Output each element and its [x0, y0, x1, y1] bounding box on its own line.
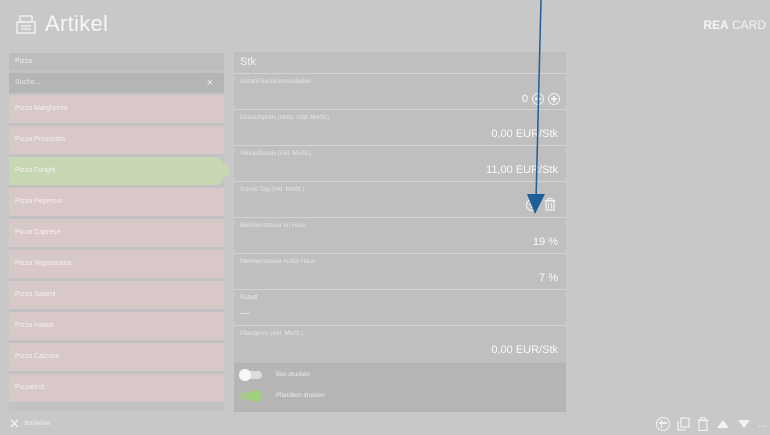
- deposit-price-value: 0,00 EUR/Stk: [491, 344, 558, 356]
- happy-day-label: Scholo Tag (inkl. MwSt.): [240, 187, 305, 193]
- vat-out-value: 7 %: [539, 272, 558, 284]
- list-item-label: Pizza Calzone: [15, 353, 60, 360]
- toggle-switch[interactable]: [239, 369, 262, 381]
- list-item-label: Pizza Caprese: [15, 229, 61, 236]
- register-icon: [16, 15, 36, 34]
- list-item[interactable]: Pizza Hawai: [9, 312, 224, 340]
- list-item-label: Pizza Hawai: [15, 322, 54, 329]
- vat-out-row[interactable]: Mehrwertsteuer Außer Haus 7 %: [234, 253, 566, 289]
- trash-icon[interactable]: [544, 198, 556, 211]
- list-item-label: Pizza Salami: [15, 291, 56, 298]
- app-header: Artikel REA CARD: [0, 0, 770, 50]
- purchase-price-label: Einkaufspreis (netto, zzgl. MwSt.): [240, 115, 330, 121]
- close-icon[interactable]: ×: [207, 73, 213, 93]
- toggle-print-deposit-receipt[interactable]: Pfandbon drucken: [240, 390, 325, 402]
- close-icon: [10, 419, 19, 428]
- deposit-price-row[interactable]: Pfandpreis (inkl. MwSt.) 0,00 EUR/Stk: [234, 325, 566, 361]
- add-icon[interactable]: [655, 417, 670, 431]
- sale-price-label: Verkaufspreis (inkl. MwSt.): [240, 151, 312, 157]
- search-placeholder: Suche...: [15, 79, 41, 86]
- list-item-label: Pizza Funghi: [15, 167, 56, 174]
- search-input[interactable]: Suche... ×: [9, 73, 224, 93]
- toggle-switch[interactable]: [240, 390, 262, 402]
- category-label[interactable]: Pizza: [9, 53, 224, 70]
- article-list: Pizza Suche... × Pizza Margherita Pizza P…: [9, 53, 231, 411]
- sale-price-row[interactable]: Verkaufspreis (inkl. MwSt.) 11,00 EUR/St…: [234, 145, 566, 181]
- page-title: Artikel: [45, 11, 109, 36]
- list-item[interactable]: Pizza Prosciutto: [9, 126, 224, 154]
- close-label: Schließen: [24, 420, 51, 427]
- vat-in-row[interactable]: Mehrwertsteuer Im Haus 19 %: [234, 217, 566, 253]
- list-item[interactable]: Pizza Margherita: [9, 95, 224, 123]
- discount-label: Rabatt: [240, 295, 258, 301]
- discount-value: —: [240, 308, 250, 319]
- list-item-label: Pizzabrot: [15, 384, 45, 391]
- vat-in-value: 19 %: [532, 236, 558, 248]
- list-item[interactable]: Pizza Vegetariana: [9, 250, 224, 278]
- trash-icon[interactable]: [697, 417, 709, 431]
- list-item-label: Pizza Vegetariana: [15, 260, 72, 267]
- list-item[interactable]: Pizza Calzone: [9, 343, 224, 371]
- plus-circle-icon[interactable]: [526, 198, 538, 211]
- sale-price-value: 11,00 EUR/Stk: [486, 164, 558, 176]
- copy-icon[interactable]: [677, 417, 690, 431]
- list-item-label: Pizza Peperoni: [15, 198, 63, 205]
- move-down-icon[interactable]: [737, 419, 751, 429]
- deposit-price-label: Pfandpreis (inkl. MwSt.): [240, 331, 304, 337]
- toggle-print-receipt[interactable]: Bon drucken: [239, 369, 310, 381]
- decimals-value: 0: [521, 93, 528, 105]
- list-item[interactable]: Pizza Funghi: [9, 157, 231, 185]
- brand-logo: REA CARD: [703, 18, 766, 32]
- vat-in-label: Mehrwertsteuer Im Haus: [240, 223, 306, 229]
- toggle-label: Pfandbon drucken: [276, 393, 325, 399]
- list-item[interactable]: Pizza Salami: [9, 281, 224, 309]
- list-item-label: Pizza Margherita: [15, 105, 68, 112]
- footer-toolbar: Schließen ...: [0, 415, 770, 435]
- list-item[interactable]: Pizza Caprese: [9, 219, 224, 247]
- article-items: Pizza Margherita Pizza Prosciutto Pizza Fu…: [9, 95, 231, 402]
- list-item[interactable]: Pizzabrot: [9, 374, 224, 402]
- unit-label: Stk: [240, 56, 256, 68]
- vat-out-label: Mehrwertsteuer Außer Haus: [240, 259, 316, 265]
- toggle-label: Bon drucken: [276, 372, 310, 378]
- decimals-stepper[interactable]: 0: [522, 93, 560, 105]
- purchase-price-row[interactable]: Einkaufspreis (netto, zzgl. MwSt.) 0,00 …: [234, 109, 566, 145]
- print-toggles: Bon drucken Pfandbon drucken: [234, 363, 566, 412]
- list-item-label: Pizza Prosciutto: [15, 136, 66, 143]
- decimals-row[interactable]: Anzahl Nachkommastellen 0: [234, 73, 566, 109]
- purchase-price-value: 0,00 EUR/Stk: [491, 128, 558, 140]
- close-button[interactable]: Schließen: [10, 419, 51, 428]
- minus-circle-icon[interactable]: [532, 93, 544, 105]
- article-detail: Stk Anzahl Nachkommastellen 0 Einkaufspr…: [234, 52, 566, 412]
- decimals-label: Anzahl Nachkommastellen: [240, 79, 312, 85]
- happy-day-row[interactable]: Scholo Tag (inkl. MwSt.): [234, 181, 566, 217]
- plus-circle-icon[interactable]: [548, 93, 560, 105]
- more-icon[interactable]: ...: [758, 419, 766, 430]
- move-up-icon[interactable]: [716, 419, 730, 429]
- list-item[interactable]: Pizza Peperoni: [9, 188, 224, 216]
- discount-row[interactable]: Rabatt —: [234, 289, 566, 325]
